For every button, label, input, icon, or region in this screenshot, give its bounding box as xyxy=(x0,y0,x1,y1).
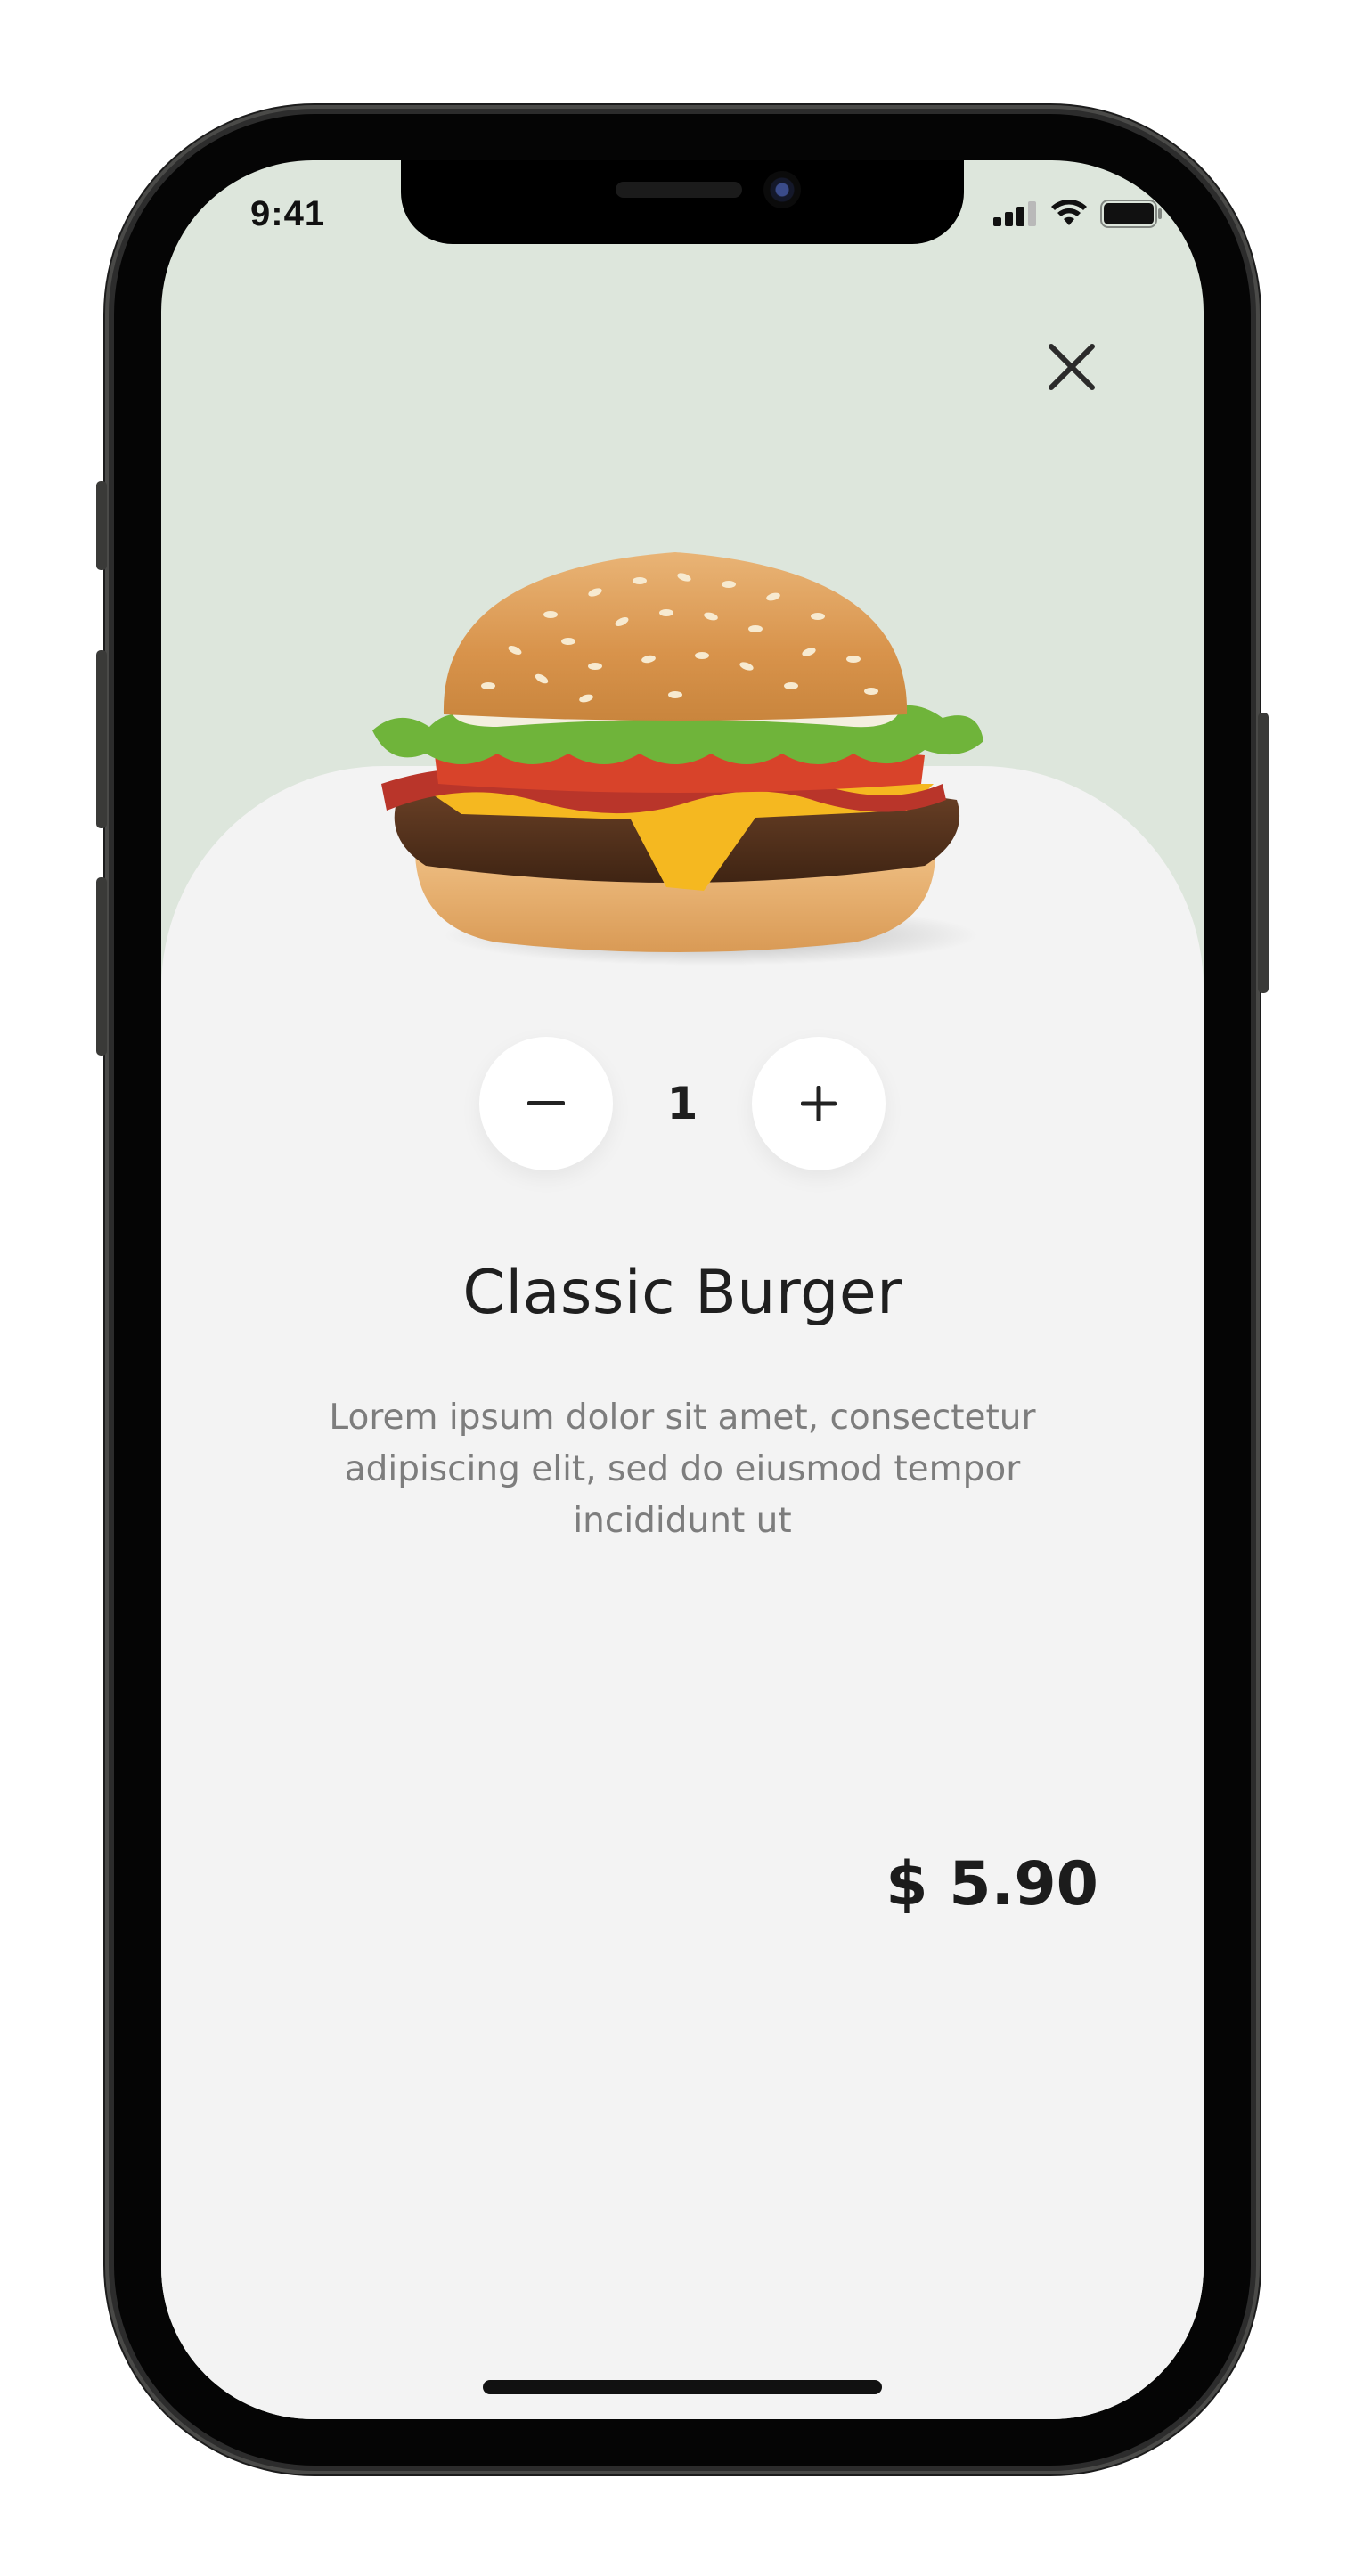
volume-up-button xyxy=(96,650,107,828)
close-icon xyxy=(1049,344,1095,390)
burger-image xyxy=(372,552,983,966)
home-indicator[interactable] xyxy=(483,2380,882,2394)
minus-icon xyxy=(527,1101,565,1105)
product-description: Lorem ipsum dolor sit amet, consectetur … xyxy=(329,1398,1036,1541)
increment-button[interactable] xyxy=(752,1037,886,1170)
power-button xyxy=(1258,713,1269,993)
product-title: Classic Burger xyxy=(462,1258,902,1328)
wifi-icon xyxy=(1051,200,1087,225)
front-camera xyxy=(763,171,801,208)
quantity-value: 1 xyxy=(666,1078,698,1129)
decrement-button[interactable] xyxy=(479,1037,613,1170)
quantity-stepper: 1 xyxy=(479,1037,886,1170)
volume-down-button xyxy=(96,877,107,1056)
status-icons xyxy=(993,200,1163,228)
product-price: $ 5.90 xyxy=(886,1849,1098,1920)
cellular-signal-icon xyxy=(993,201,1036,226)
battery-icon xyxy=(1100,200,1162,228)
silent-switch xyxy=(96,481,107,570)
product-card xyxy=(161,766,1204,2419)
earpiece-speaker xyxy=(616,182,742,198)
plus-icon xyxy=(801,1086,837,1121)
notch xyxy=(401,160,964,244)
status-time: 9:41 xyxy=(250,194,326,233)
close-button[interactable] xyxy=(1039,334,1105,400)
app-screen: 9:41 1 Classic Burger Lorem ipsum dolor … xyxy=(161,160,1204,2419)
